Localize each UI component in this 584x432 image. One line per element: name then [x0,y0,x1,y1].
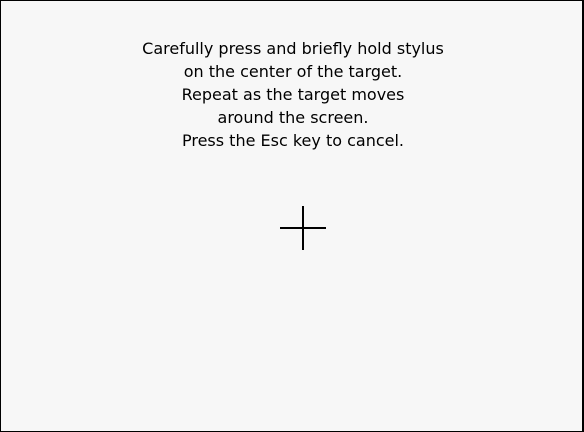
calibration-screen[interactable]: Carefully press and briefly hold stylus … [0,0,584,432]
calibration-instructions: Carefully press and briefly hold stylus … [1,37,584,152]
instruction-line-3: Repeat as the target moves [181,85,405,104]
crosshair-icon[interactable] [280,206,326,250]
instruction-line-5: Press the Esc key to cancel. [181,131,405,150]
instruction-line-2: on the center of the target. [183,62,403,81]
instruction-line-1: Carefully press and briefly hold stylus [142,39,444,58]
instruction-line-4: around the screen. [217,108,369,127]
